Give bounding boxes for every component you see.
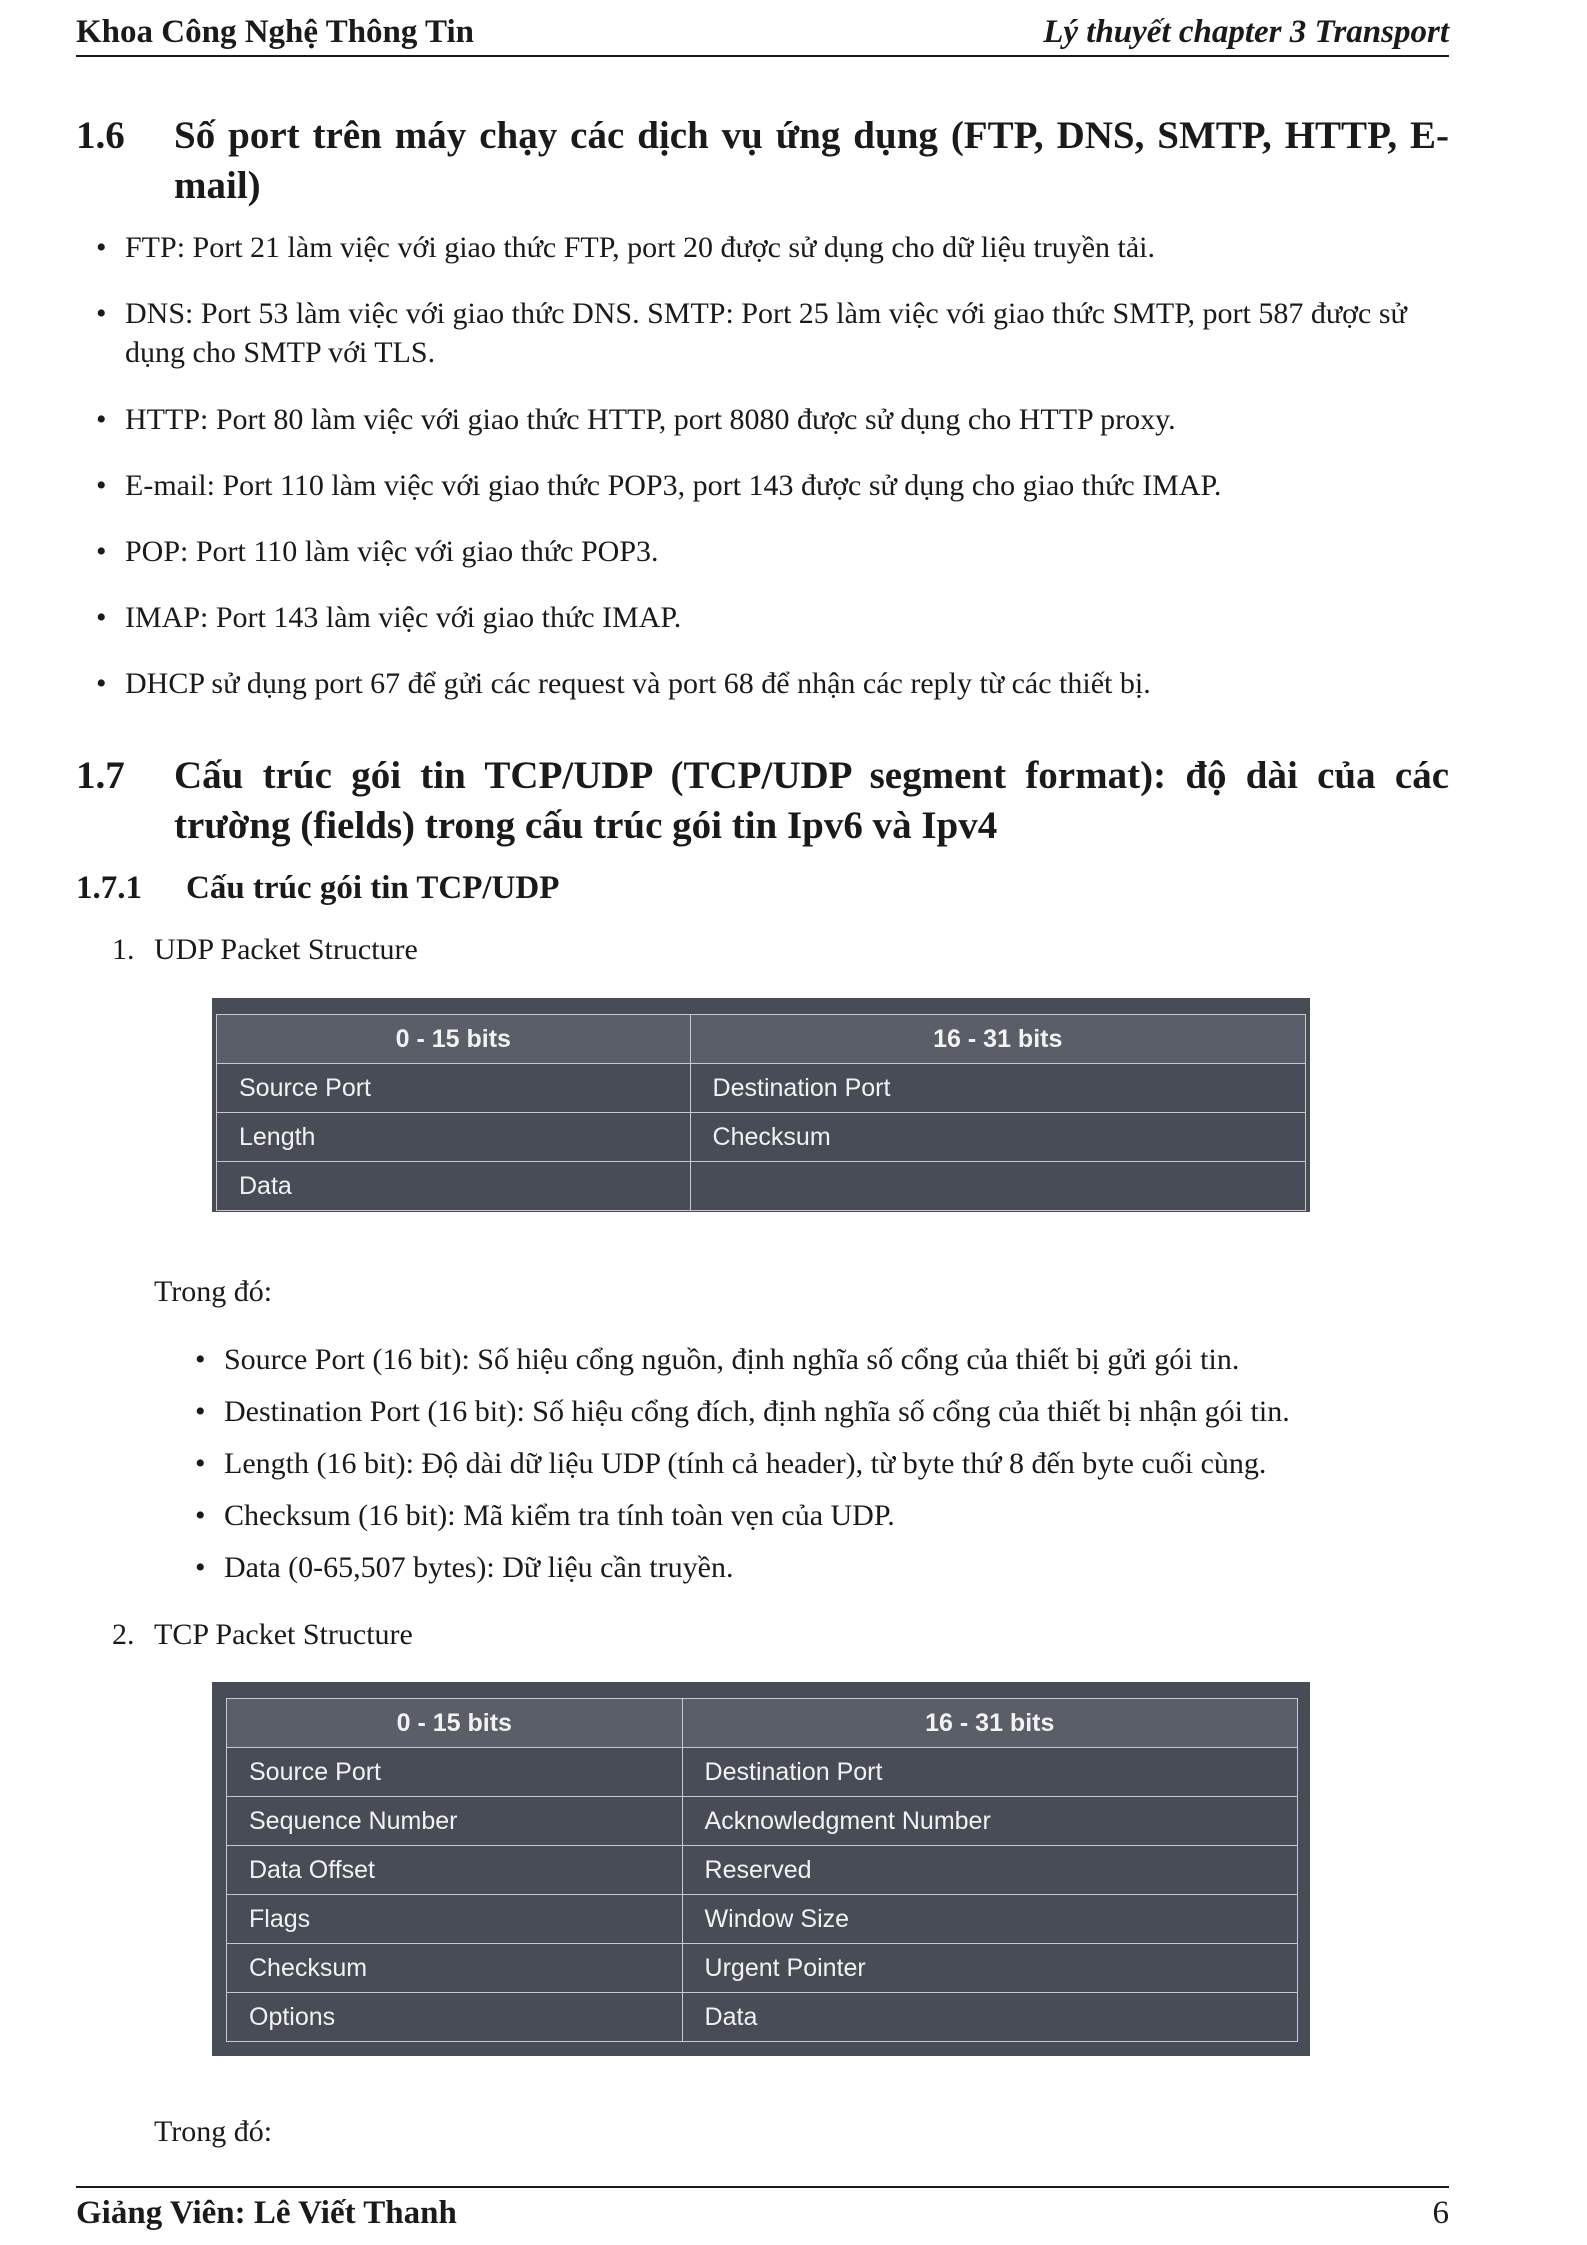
- section-title: Số port trên máy chạy các dịch vụ ứng dụ…: [174, 114, 1449, 207]
- page-number: 6: [1432, 2195, 1450, 2231]
- bullet-text: Source Port (16 bit): Số hiệu cổng nguồn…: [224, 1343, 1240, 1376]
- bullet-text: HTTP: Port 80 làm việc với giao thức HTT…: [125, 403, 1176, 436]
- bullet-icon: •: [96, 667, 107, 700]
- section-number: 1.7: [76, 754, 125, 797]
- list-item: • Length (16 bit): Độ dài dữ liệu UDP (t…: [195, 1444, 1449, 1483]
- bullet-icon: •: [96, 231, 107, 264]
- table-row: Checksum Urgent Pointer: [226, 1943, 1299, 1993]
- list-item: • Destination Port (16 bit): Số hiệu cổn…: [195, 1392, 1449, 1431]
- table-header-row: 0 - 15 bits 16 - 31 bits: [216, 1014, 1307, 1064]
- bullet-icon: •: [96, 403, 107, 436]
- bullet-text: IMAP: Port 143 làm việc với giao thức IM…: [125, 601, 682, 634]
- table-cell: Source Port: [226, 1747, 683, 1797]
- table-cell: Source Port: [216, 1063, 691, 1113]
- header-rule: [76, 55, 1449, 57]
- bullet-text: POP: Port 110 làm việc với giao thức POP…: [125, 535, 659, 568]
- tcp-intro: Trong đó:: [154, 2115, 273, 2148]
- footer-rule: [76, 2186, 1449, 2188]
- list-item: • Source Port (16 bit): Số hiệu cổng ngu…: [195, 1340, 1449, 1379]
- table-cell: Checksum: [689, 1112, 1307, 1162]
- bullet-text: Destination Port (16 bit): Số hiệu cổng …: [224, 1395, 1290, 1428]
- table-cell: Destination Port: [689, 1063, 1307, 1113]
- tcp-structure-table: 0 - 15 bits 16 - 31 bits Source Port Des…: [226, 1698, 1299, 2042]
- document-page: Khoa Công Nghệ Thông Tin Lý thuyết chapt…: [0, 0, 1587, 2245]
- table-cell: Urgent Pointer: [681, 1943, 1299, 1993]
- list-item: • E-mail: Port 110 làm việc với giao thứ…: [96, 466, 1449, 505]
- list-item: • Data (0-65,507 bytes): Dữ liệu cần tru…: [195, 1548, 1449, 1587]
- table-row: Length Checksum: [216, 1112, 1307, 1162]
- table-cell: Destination Port: [681, 1747, 1299, 1797]
- bullet-text: Checksum (16 bit): Mã kiểm tra tính toàn…: [224, 1499, 895, 1532]
- subsection-number: 1.7.1: [76, 870, 142, 906]
- table-row: Options Data: [226, 1992, 1299, 2042]
- table-row: Sequence Number Acknowledgment Number: [226, 1796, 1299, 1846]
- table-cell: Window Size: [681, 1894, 1299, 1944]
- bullet-text: Length (16 bit): Độ dài dữ liệu UDP (tín…: [224, 1447, 1267, 1480]
- enum-number: 1.: [112, 933, 135, 966]
- list-item: • IMAP: Port 143 làm việc với giao thức …: [96, 598, 1449, 637]
- bullet-icon: •: [96, 535, 107, 568]
- bullet-icon: •: [195, 1551, 206, 1584]
- enum-number: 2.: [112, 1618, 135, 1651]
- section-1-6-heading: 1.6 Số port trên máy chạy các dịch vụ ứn…: [76, 111, 1449, 211]
- list-item: • DHCP sử dụng port 67 để gửi các reques…: [96, 664, 1449, 703]
- section-number: 1.6: [76, 114, 125, 157]
- table-cell: [689, 1161, 1307, 1211]
- table-cell: Length: [216, 1112, 691, 1162]
- table-cell: Data Offset: [226, 1845, 683, 1895]
- table-row: Source Port Destination Port: [226, 1747, 1299, 1797]
- section-title: Cấu trúc gói tin TCP/UDP (TCP/UDP segmen…: [174, 754, 1449, 847]
- table-cell: Data: [216, 1161, 691, 1211]
- table-row: Source Port Destination Port: [216, 1063, 1307, 1113]
- table-row: Data: [216, 1161, 1307, 1211]
- footer-lecturer: Giảng Viên: Lê Viết Thanh: [76, 2195, 457, 2231]
- subsection-title: Cấu trúc gói tin TCP/UDP: [186, 870, 560, 906]
- list-item: • FTP: Port 21 làm việc với giao thức FT…: [96, 228, 1449, 267]
- list-item: • POP: Port 110 làm việc với giao thức P…: [96, 532, 1449, 571]
- bullet-icon: •: [96, 469, 107, 502]
- header-chapter: Lý thuyết chapter 3 Transport: [1043, 14, 1449, 50]
- table-cell: Flags: [226, 1894, 683, 1944]
- list-item: • DNS: Port 53 làm việc với giao thức DN…: [96, 294, 1449, 372]
- page-footer: Giảng Viên: Lê Viết Thanh 6: [76, 2195, 1449, 2235]
- table-header-cell: 16 - 31 bits: [681, 1698, 1299, 1748]
- header-faculty: Khoa Công Nghệ Thông Tin: [76, 14, 474, 50]
- table-header-row: 0 - 15 bits 16 - 31 bits: [226, 1698, 1299, 1748]
- bullet-icon: •: [195, 1499, 206, 1532]
- udp-intro: Trong đó:: [154, 1275, 273, 1308]
- section-1-7-heading: 1.7 Cấu trúc gói tin TCP/UDP (TCP/UDP se…: [76, 751, 1449, 851]
- table-cell: Checksum: [226, 1943, 683, 1993]
- bullet-text: FTP: Port 21 làm việc với giao thức FTP,…: [125, 231, 1156, 264]
- bullet-icon: •: [96, 601, 107, 634]
- table-cell: Acknowledgment Number: [681, 1796, 1299, 1846]
- table-row: Data Offset Reserved: [226, 1845, 1299, 1895]
- list-item: • HTTP: Port 80 làm việc với giao thức H…: [96, 400, 1449, 439]
- bullet-text: DHCP sử dụng port 67 để gửi các request …: [125, 667, 1151, 700]
- page-header: Khoa Công Nghệ Thông Tin Lý thuyết chapt…: [76, 14, 1449, 54]
- bullet-icon: •: [195, 1395, 206, 1428]
- list-item: • Checksum (16 bit): Mã kiểm tra tính to…: [195, 1496, 1449, 1535]
- udp-structure-figure: 0 - 15 bits 16 - 31 bits Source Port Des…: [212, 998, 1310, 1212]
- table-header-cell: 0 - 15 bits: [226, 1698, 683, 1748]
- tcp-structure-figure: 0 - 15 bits 16 - 31 bits Source Port Des…: [212, 1682, 1310, 2056]
- enum-heading: TCP Packet Structure: [154, 1618, 413, 1651]
- table-cell: Options: [226, 1992, 683, 2042]
- table-cell: Reserved: [681, 1845, 1299, 1895]
- udp-structure-table: 0 - 15 bits 16 - 31 bits Source Port Des…: [216, 1014, 1307, 1211]
- bullet-icon: •: [195, 1343, 206, 1376]
- bullet-text: E-mail: Port 110 làm việc với giao thức …: [125, 469, 1222, 502]
- bullet-text: DNS: Port 53 làm việc với giao thức DNS.…: [125, 297, 1407, 369]
- bullet-text: Data (0-65,507 bytes): Dữ liệu cần truyề…: [224, 1551, 734, 1584]
- table-cell: Sequence Number: [226, 1796, 683, 1846]
- table-cell: Data: [681, 1992, 1299, 2042]
- bullet-icon: •: [195, 1447, 206, 1480]
- table-row: Flags Window Size: [226, 1894, 1299, 1944]
- enum-heading: UDP Packet Structure: [154, 933, 418, 966]
- table-header-cell: 16 - 31 bits: [689, 1014, 1307, 1064]
- bullet-icon: •: [96, 297, 107, 330]
- table-header-cell: 0 - 15 bits: [216, 1014, 691, 1064]
